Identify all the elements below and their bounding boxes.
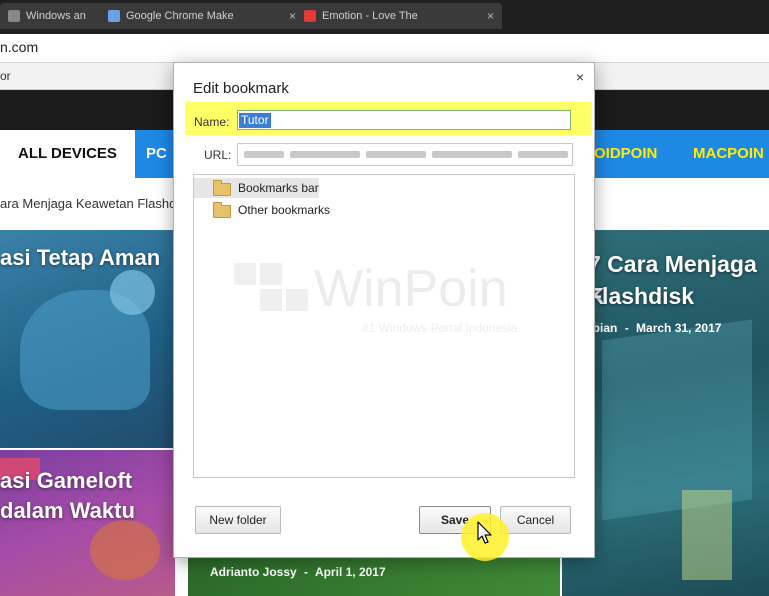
article-title-line-1[interactable]: asi Gameloft — [0, 465, 132, 497]
name-field[interactable] — [237, 110, 571, 130]
windows-logo-icon — [234, 263, 256, 285]
name-label: Name: — [194, 115, 230, 129]
article-title-line-2[interactable]: Flashdisk — [588, 280, 694, 312]
youtube-icon — [304, 10, 316, 22]
tab-favicon-icon — [108, 10, 120, 22]
dialog-title: Edit bookmark — [193, 80, 289, 97]
bookmark-item[interactable]: or — [0, 69, 11, 83]
article-meta: ebian - March 31, 2017 — [586, 321, 722, 335]
url-redacted — [366, 151, 426, 158]
folder-other-bookmarks[interactable]: Other bookmarks — [194, 200, 394, 220]
folder-tree[interactable]: WinPoin #1 Windows Portal Indonesia Book… — [193, 174, 575, 478]
folder-bookmarks-bar[interactable]: Bookmarks bar — [194, 178, 319, 198]
article-title-line-2[interactable]: dalam Waktu — [0, 495, 135, 527]
url-field[interactable] — [237, 143, 573, 166]
tab-title: Windows an — [26, 10, 86, 22]
windows-logo-icon — [286, 289, 308, 311]
browser-tab-3[interactable]: Emotion - Love The × — [296, 3, 502, 29]
tab-title: Google Chrome Make — [126, 10, 234, 22]
nav-macpoin[interactable]: MACPOIN — [693, 130, 764, 178]
close-icon[interactable]: × — [289, 3, 296, 29]
url-redacted — [432, 151, 512, 158]
browser-tab-2[interactable]: Google Chrome Make × — [100, 3, 304, 29]
article-card-left-bottom[interactable]: asi Gameloft dalam Waktu — [0, 450, 175, 596]
windows-logo-icon — [260, 263, 282, 285]
article-date: April 1, 2017 — [314, 565, 386, 579]
new-folder-button[interactable]: New folder — [195, 506, 281, 534]
tab-title: Emotion - Love The — [322, 10, 418, 22]
nav-pc[interactable]: PC — [146, 130, 167, 178]
article-date: March 31, 2017 — [636, 321, 722, 335]
winpoin-watermark: WinPoin #1 Windows Portal Indonesia — [234, 260, 534, 343]
tab-strip: Windows an × Google Chrome Make × Emotio… — [0, 0, 769, 34]
mouse-cursor-icon — [477, 521, 492, 544]
folder-open-icon — [213, 180, 231, 196]
nav-all-devices[interactable]: ALL DEVICES — [0, 130, 135, 178]
url-redacted — [244, 151, 284, 158]
close-icon[interactable]: × — [576, 69, 584, 85]
windows-logo-icon — [260, 289, 282, 311]
ticker-text[interactable]: ara Menjaga Keawetan Flashd — [0, 196, 176, 211]
folder-label: Other bookmarks — [238, 203, 331, 217]
url-label: URL: — [204, 148, 232, 162]
article-meta: Adrianto Jossy - April 1, 2017 — [210, 565, 386, 579]
watermark-title: WinPoin — [314, 260, 508, 318]
article-author[interactable]: Adrianto Jossy — [210, 565, 297, 579]
tab-favicon-icon — [8, 10, 20, 22]
close-icon[interactable]: × — [487, 3, 494, 29]
article-illustration — [682, 490, 732, 580]
name-field-value[interactable]: Tutor — [239, 113, 271, 128]
watermark-subtitle: #1 Windows Portal Indonesia — [362, 321, 518, 335]
edit-bookmark-dialog: Edit bookmark × Name: Tutor URL: WinPoin… — [173, 62, 595, 558]
article-illustration — [90, 520, 160, 580]
address-text[interactable]: n.com — [0, 39, 38, 55]
article-illustration — [110, 270, 155, 315]
folder-label: Bookmarks bar — [238, 181, 319, 195]
address-bar[interactable]: n.com — [0, 34, 769, 63]
article-card-left-top[interactable]: asi Tetap Aman — [0, 230, 175, 448]
article-title[interactable]: asi Tetap Aman — [0, 242, 160, 274]
url-redacted — [518, 151, 568, 158]
cancel-button[interactable]: Cancel — [500, 506, 571, 534]
folder-icon — [213, 202, 231, 218]
url-redacted — [290, 151, 360, 158]
nav-droidpoin[interactable]: OIDPOIN — [594, 130, 657, 178]
article-card-bottom[interactable]: Adrianto Jossy - April 1, 2017 — [188, 556, 560, 596]
